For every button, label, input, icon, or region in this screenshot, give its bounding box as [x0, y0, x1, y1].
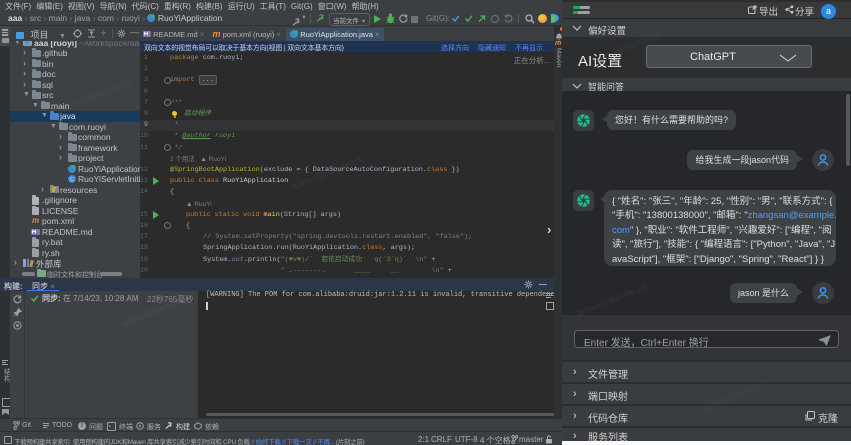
svg-text:C: C — [70, 177, 74, 183]
